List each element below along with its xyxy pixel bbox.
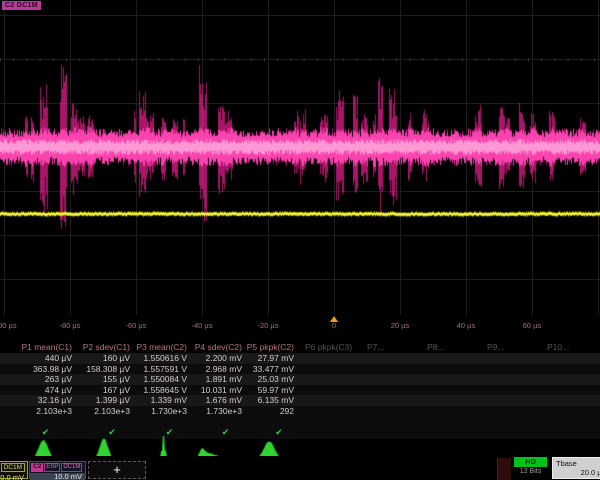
measure-cell: 1.730e+3 xyxy=(190,406,245,416)
time-axis-label: -20 µs xyxy=(258,321,279,330)
measure-cell: 160 µV xyxy=(75,353,133,363)
c2-coupling-badge: DC1M xyxy=(61,463,82,472)
c1-descriptor-box[interactable]: DC1M 50.0 mV xyxy=(0,461,28,479)
bottom-bar: DC1M 50.0 mV C2 ESP DC1M 10.0 mV + HD 12… xyxy=(0,456,600,480)
measure-cell: 363.98 µV xyxy=(0,364,75,374)
measure-param-header[interactable]: P3 mean(C2) xyxy=(133,342,190,352)
measure-cell: 292 xyxy=(245,406,297,416)
measure-param-header[interactable]: P8... xyxy=(419,342,479,352)
c2-descriptor-box[interactable]: C2 ESP DC1M 10.0 mV xyxy=(29,461,86,479)
measure-cell: 2.103e+3 xyxy=(75,406,133,416)
measure-cell: 1.339 mV xyxy=(133,395,190,405)
measure-cell: 33.477 mV xyxy=(245,364,297,374)
time-axis-label: -60 µs xyxy=(126,321,147,330)
time-axis-label: 40 µs xyxy=(457,321,476,330)
measure-cell: 59.97 mV xyxy=(245,385,297,395)
measure-param-header[interactable]: P6 pkpk(C3) xyxy=(297,342,359,352)
measure-cell: 1.891 mV xyxy=(190,374,245,384)
time-axis-label: -100 µs xyxy=(0,321,17,330)
measure-cell: 1.676 mV xyxy=(190,395,245,405)
trace-canvas xyxy=(0,0,600,315)
measure-table: P1 mean(C1)P2 sdev(C1)P3 mean(C2)P4 sdev… xyxy=(0,337,600,439)
measure-cell: 1.550084 V xyxy=(133,374,190,384)
time-axis-label: -40 µs xyxy=(192,321,213,330)
measure-cell: 32.16 µV xyxy=(0,395,75,405)
measure-row: 474 µV167 µV1.558645 V10.031 mV59.97 mV xyxy=(0,385,600,396)
measure-cell: 1.730e+3 xyxy=(133,406,190,416)
measure-cell: 155 µV xyxy=(75,374,133,384)
measure-cell: 6.135 mV xyxy=(245,395,297,405)
measure-header-row: P1 mean(C1)P2 sdev(C1)P3 mean(C2)P4 sdev… xyxy=(0,337,600,353)
timebase-value: 20.0 µs/div xyxy=(553,468,600,477)
trigger-time-marker-icon[interactable] xyxy=(330,316,338,322)
waveform-grid: C2 DC1M xyxy=(0,0,600,315)
time-axis-label: -80 µs xyxy=(60,321,81,330)
measure-row: 440 µV160 µV1.550616 V2.200 mV27.97 mV xyxy=(0,353,600,364)
measure-cell: 1.399 µV xyxy=(75,395,133,405)
measure-cell: 1.550616 V xyxy=(133,353,190,363)
c1-coupling-badge: DC1M xyxy=(1,463,25,472)
measure-cell: 25.03 mV xyxy=(245,374,297,384)
measure-param-header[interactable]: P10... xyxy=(539,342,600,352)
measure-row: 263 µV155 µV1.550084 V1.891 mV25.03 mV xyxy=(0,374,600,385)
time-axis-label: 20 µs xyxy=(391,321,410,330)
measure-row: 2.103e+32.103e+31.730e+31.730e+3292 xyxy=(0,406,600,417)
measure-cell: 2.968 mV xyxy=(190,364,245,374)
c2-channel-badge: C2 xyxy=(31,463,43,472)
timebase-label: Tbase xyxy=(553,458,600,468)
oscilloscope-screen: C2 DC1M -100 µs -80 µs -60 µs -40 µs -20 µs 0… xyxy=(0,0,600,480)
measure-param-header[interactable]: P1 mean(C1) xyxy=(0,342,75,352)
measure-cell: 1.557591 V xyxy=(133,364,190,374)
add-trace-box[interactable]: + xyxy=(88,461,146,479)
hd-badge[interactable]: HD xyxy=(514,457,547,467)
measure-cell: 263 µV xyxy=(0,374,75,384)
adc-bits-label: 12 Bits xyxy=(511,468,550,475)
time-axis-label: 60 µs xyxy=(523,321,542,330)
measure-cell: 2.103e+3 xyxy=(0,406,75,416)
measure-cell: 440 µV xyxy=(0,353,75,363)
measure-param-header[interactable]: P7... xyxy=(359,342,419,352)
time-axis: -100 µs -80 µs -60 µs -40 µs -20 µs 0 20 µs 40 … xyxy=(0,315,600,337)
measure-cell: 1.558645 V xyxy=(133,385,190,395)
measure-cell: 474 µV xyxy=(0,385,75,395)
grid-trace-badge[interactable]: C2 DC1M xyxy=(2,1,41,10)
measure-cell: 2.200 mV xyxy=(190,353,245,363)
measure-cell: 27.97 mV xyxy=(245,353,297,363)
c1-scale-value: 50.0 mV xyxy=(0,472,27,480)
measure-param-header[interactable]: P4 sdev(C2) xyxy=(190,342,245,352)
c2-esp-badge: ESP xyxy=(44,463,60,472)
plus-icon: + xyxy=(113,462,121,477)
measure-param-header[interactable]: P9... xyxy=(479,342,539,352)
timebase-box[interactable]: Tbase 20.0 µs/div xyxy=(552,457,600,479)
measure-param-header[interactable]: P2 sdev(C1) xyxy=(75,342,133,352)
trigger-descriptor-sliver[interactable] xyxy=(497,458,511,480)
measure-cell: 158.308 µV xyxy=(75,364,133,374)
measure-cell: 10.031 mV xyxy=(190,385,245,395)
measure-row: 32.16 µV1.399 µV1.339 mV1.676 mV6.135 mV xyxy=(0,395,600,406)
measure-row: 363.98 µV158.308 µV1.557591 V2.968 mV33.… xyxy=(0,364,600,375)
c2-scale-value: 10.0 mV xyxy=(30,473,85,480)
measure-cell: 167 µV xyxy=(75,385,133,395)
measure-param-header[interactable]: P5 pkpk(C2) xyxy=(245,342,297,352)
time-axis-label: 0 xyxy=(332,321,336,330)
